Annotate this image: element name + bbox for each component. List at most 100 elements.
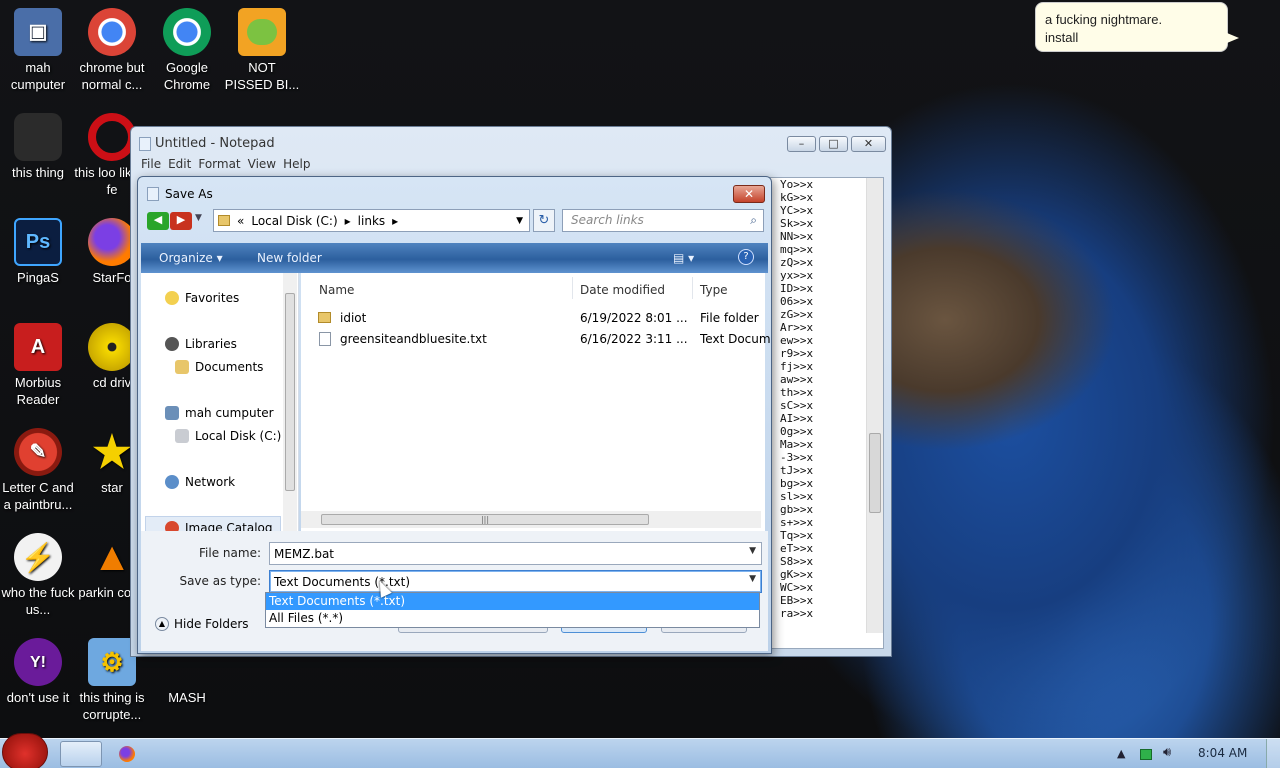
address-dropdown-icon[interactable]: ▼ [516,216,523,226]
desktop-icon-this-thing[interactable]: this thing [0,113,76,181]
column-separator[interactable] [572,277,573,299]
desktop-icon-dont-use-it[interactable]: Y! don't use it [0,638,76,706]
notepad-text-line: Ar>>x [780,321,814,334]
file-list-scroll-thumb[interactable]: ||| [321,514,649,525]
help-icon[interactable]: ? [738,249,754,265]
cd-icon [88,323,136,371]
desktop-icon-morbius-reader[interactable]: A Morbius Reader [0,323,76,408]
chevron-down-icon[interactable]: ▼ [749,574,756,584]
pig-icon [238,8,286,56]
show-desktop-button[interactable] [1266,739,1280,768]
dialog-close-button[interactable]: ✕ [733,185,765,203]
file-type: File folder [700,311,759,325]
gears-icon: ⚙ [88,638,136,686]
save-type-value: Text Documents (*.txt) [274,575,411,589]
network-icon [165,475,179,489]
file-name: greensiteandbluesite.txt [340,332,487,346]
address-bar[interactable]: « Local Disk (C:) ▸ links ▸ ▼ [213,209,530,232]
column-header-name[interactable]: Name [319,283,354,297]
nav-computer[interactable]: mah cumputer [165,406,274,420]
notepad-text-line: S8>>x [780,555,814,568]
trash-bin-icon [14,113,62,161]
notepad-text-line: -3>>x [780,451,814,464]
taskbar: ▲ 🔊︎ 8:04 AM [0,733,1280,768]
file-date: 6/16/2022 3:11 ... [580,332,688,346]
recent-locations-chevron-icon[interactable]: ▼ [195,213,202,223]
nav-documents[interactable]: Documents [175,360,263,374]
nav-network[interactable]: Network [165,475,235,489]
menu-format[interactable]: Format [198,157,247,171]
file-row[interactable]: greensiteandbluesite.txt 6/16/2022 3:11 … [318,330,771,350]
desktop-icon-letter-c[interactable]: ✎ Letter C and a paintbru... [0,428,76,513]
desktop-icon-google-chrome[interactable]: Google Chrome [149,8,225,93]
menu-view[interactable]: View [248,157,283,171]
save-type-dropdown-list[interactable]: Text Documents (*.txt) All Files (*.*) [265,592,760,628]
acrobat-icon: A [14,323,62,371]
notepad-text-line: Tq>>x [780,529,814,542]
minimize-button[interactable]: – [787,136,816,152]
forward-arrow-icon[interactable]: ▶ [170,212,192,230]
view-options-icon[interactable]: ▤ ▾ [673,251,694,265]
speech-line-1: a fucking nightmare. [1045,12,1163,27]
notepad-vertical-scrollbar[interactable] [866,178,883,633]
notepad-text-line: 06>>x [780,295,814,308]
nav-local-disk[interactable]: Local Disk (C:) [175,429,281,443]
file-type: Text Docum [700,332,771,346]
column-header-type[interactable]: Type [700,283,728,297]
tray-expand-icon[interactable]: ▲ [1117,747,1125,760]
notepad-text-line: sl>>x [780,490,814,503]
new-folder-button[interactable]: New folder [257,251,322,265]
file-name-input[interactable]: MEMZ.bat ▼ [269,542,762,565]
desktop-icon-computer[interactable]: ▣ mah cumputer [0,8,76,93]
address-overflow[interactable]: « [237,214,244,228]
nav-pane-scrollbar[interactable] [283,273,297,531]
file-list[interactable]: Name Date modified Type idiot 6/19/2022 … [301,273,771,531]
chevron-right-icon[interactable]: ▸ [392,214,398,228]
desktop-icon-not-pissed-birds[interactable]: NOT PISSED BI... [224,8,300,93]
breadcrumb-local-disk[interactable]: Local Disk (C:) [251,214,337,228]
save-type-select[interactable]: Text Documents (*.txt) ▼ [269,570,762,593]
chevron-right-icon[interactable]: ▸ [345,214,351,228]
nav-scroll-thumb[interactable] [285,293,295,491]
file-list-horizontal-scrollbar[interactable]: ||| [301,511,761,528]
type-option-all-files[interactable]: All Files (*.*) [266,610,759,627]
breadcrumb-links[interactable]: links [358,214,385,228]
close-button[interactable]: ✕ [851,136,886,152]
type-option-text-documents[interactable]: Text Documents (*.txt) [266,593,759,610]
battery-icon[interactable] [1140,749,1152,760]
desktop-icon-who-the[interactable]: ⚡ who the fuck us... [0,533,76,618]
dialog-title: Save As [165,187,213,201]
notepad-text-line: NN>>x [780,230,814,243]
save-as-dialog[interactable]: Save As ✕ ◀ ▶ ▼ « Local Disk (C:) ▸ link… [137,176,772,654]
volume-icon[interactable]: 🔊︎ [1163,745,1171,760]
start-button[interactable] [2,733,48,768]
file-row[interactable]: idiot 6/19/2022 8:01 ... File folder [318,309,768,329]
speech-bubble: a fucking nightmare. install [1035,2,1239,52]
refresh-icon[interactable]: ↻ [533,209,555,232]
hide-folders-button[interactable]: ▲ Hide Folders [155,617,249,631]
organize-button[interactable]: Organize ▾ [159,251,223,265]
menu-help[interactable]: Help [283,157,317,171]
maximize-button[interactable]: □ [819,136,848,152]
file-name-value: MEMZ.bat [274,547,334,561]
menu-file[interactable]: File [141,157,168,171]
search-icon[interactable]: ⌕ [750,213,757,228]
nav-favorites[interactable]: Favorites [165,291,239,305]
search-input[interactable]: Search links ⌕ [562,209,764,232]
text-file-icon [319,332,331,346]
desktop-icon-pingas[interactable]: Ps PingaS [0,218,76,286]
taskbar-notepad-button[interactable] [60,741,102,767]
chevron-down-icon[interactable]: ▼ [749,546,756,556]
notepad-scroll-thumb[interactable] [869,433,881,513]
menu-edit[interactable]: Edit [168,157,198,171]
nav-libraries[interactable]: Libraries [165,337,237,351]
notepad-text-line: EB>>x [780,594,814,607]
notepad-text-line: th>>x [780,386,814,399]
clock[interactable]: 8:04 AM [1198,746,1247,760]
back-arrow-icon[interactable]: ◀ [147,212,169,230]
desktop-icon-chrome-normal[interactable]: chrome but normal c... [74,8,150,93]
column-separator[interactable] [692,277,693,299]
notepad-text-line: YC>>x [780,204,814,217]
taskbar-firefox-button[interactable] [112,741,142,767]
column-header-date[interactable]: Date modified [580,283,665,297]
